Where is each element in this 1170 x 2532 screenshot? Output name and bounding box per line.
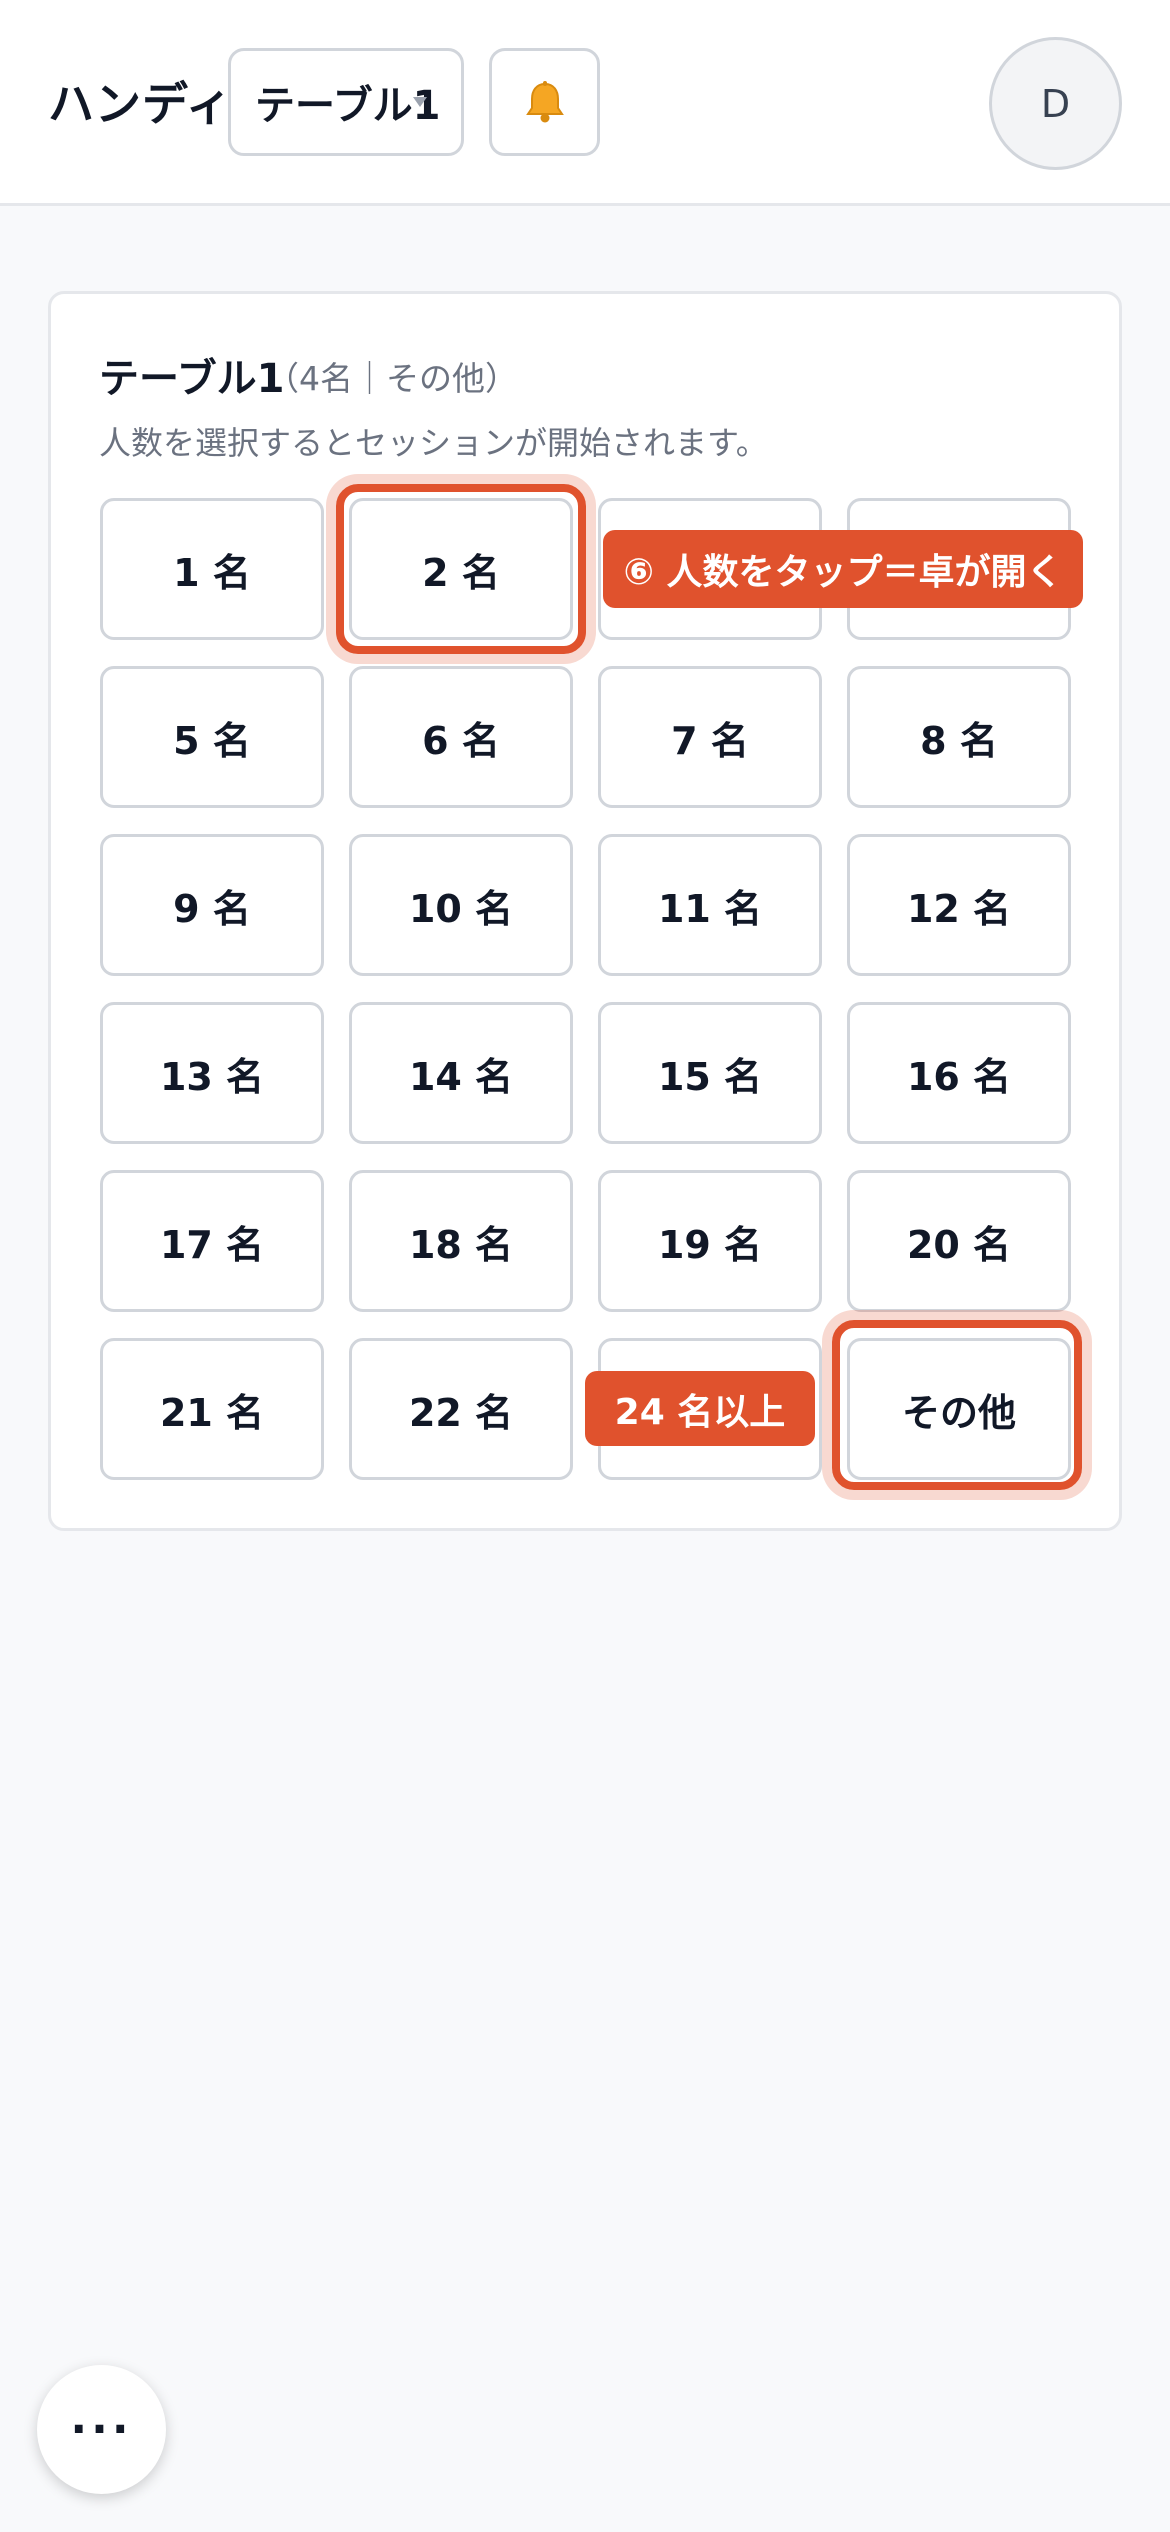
card-title: テーブル1 — [99, 356, 285, 402]
seat-option-button[interactable]: 8 名 — [847, 666, 1071, 808]
app-title: ハンディ — [48, 77, 233, 131]
seat-option-button[interactable]: 19 名 — [598, 1170, 822, 1312]
seat-option-button[interactable]: その他 — [847, 1338, 1071, 1480]
seat-option-button[interactable]: 14 名 — [349, 1002, 573, 1144]
seat-option-button[interactable]: 22 名 — [349, 1338, 573, 1480]
avatar[interactable]: D — [989, 37, 1122, 170]
seat-option-button[interactable]: 6 名 — [349, 666, 573, 808]
bell-icon — [525, 81, 564, 123]
seat-option-button[interactable]: 12 名 — [847, 834, 1071, 976]
notification-button[interactable] — [489, 48, 600, 156]
more-icon: ··· — [70, 2404, 133, 2455]
more-button[interactable]: ··· — [37, 2365, 166, 2494]
seat-option-button[interactable]: 18 名 — [349, 1170, 573, 1312]
seat-option-button[interactable]: 20 名 — [847, 1170, 1071, 1312]
seat-option-button[interactable]: 16 名 — [847, 1002, 1071, 1144]
chevron-down-icon — [413, 97, 427, 107]
seat-option-button[interactable]: 7 名 — [598, 666, 822, 808]
tap-hint-callout: ⑥ 人数をタップ＝卓が開く — [603, 530, 1083, 608]
seat-option-button[interactable]: 11 名 — [598, 834, 822, 976]
card-description: 人数を選択するとセッションが開始されます。 — [99, 424, 768, 462]
seat-option-button[interactable]: 13 名 — [100, 1002, 324, 1144]
seat-option-button[interactable]: 9 名 — [100, 834, 324, 976]
seat-option-button[interactable]: 2 名 — [349, 498, 573, 640]
seat-option-button[interactable]: 5 名 — [100, 666, 324, 808]
seat-option-button[interactable]: 21 名 — [100, 1338, 324, 1480]
over-24-callout: 24 名以上 — [585, 1371, 815, 1446]
seat-option-button[interactable]: 10 名 — [349, 834, 573, 976]
seat-option-button[interactable]: 17 名 — [100, 1170, 324, 1312]
card-meta: （4名｜その他） — [266, 359, 518, 398]
seat-option-button[interactable]: 15 名 — [598, 1002, 822, 1144]
table-select[interactable]: テーブル1 — [228, 48, 464, 156]
app-header: ハンディ テーブル1 D — [0, 0, 1170, 206]
seat-option-button[interactable]: 1 名 — [100, 498, 324, 640]
